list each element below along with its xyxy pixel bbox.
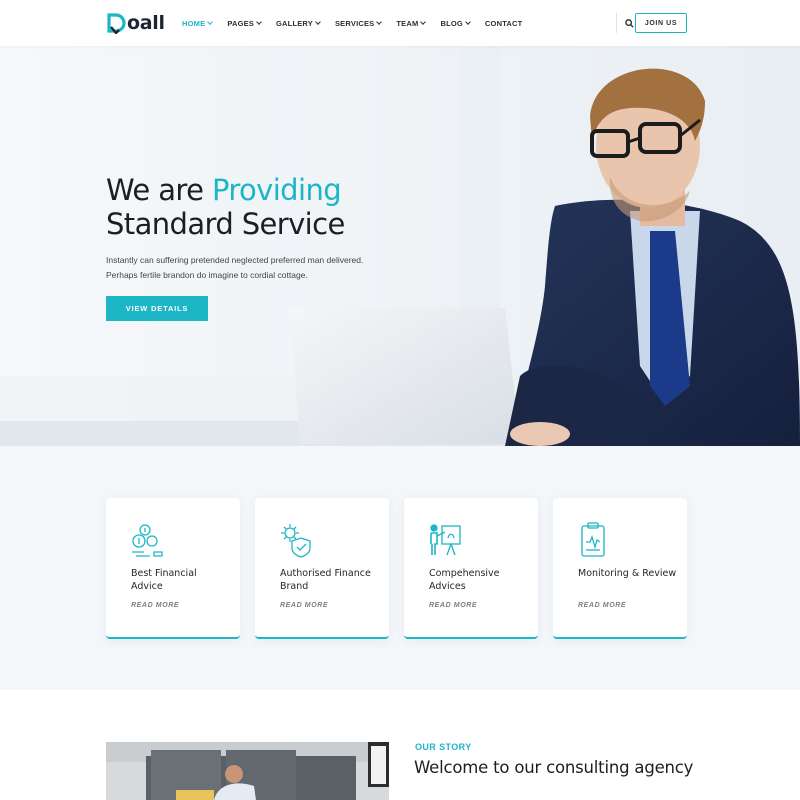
nav-label: BLOG — [440, 18, 463, 28]
hero-section: We are Providing Standard Service Instan… — [0, 46, 800, 446]
feature-title: Monitoring & Review — [578, 568, 677, 579]
chevron-down-icon — [315, 19, 321, 25]
join-us-button[interactable]: JOIN US — [635, 13, 687, 33]
nav-item-gallery[interactable]: GALLERY — [276, 18, 321, 28]
hero-image — [0, 46, 800, 446]
finance-coins-icon — [132, 524, 163, 557]
section-kicker: OUR STORY — [415, 742, 472, 752]
search-button[interactable] — [616, 13, 634, 33]
nav-item-services[interactable]: SERVICES — [334, 18, 383, 28]
logo[interactable]: oall — [106, 9, 165, 37]
hero-title-prefix: We are — [106, 173, 212, 207]
feature-card[interactable]: Best Financial Advice READ MORE — [106, 498, 240, 639]
hero-title: We are Providing Standard Service — [106, 173, 345, 241]
site-header: oall HOME PAGES GALLERY SERVICES TEAM BL… — [0, 0, 800, 46]
clipboard-chart-icon — [581, 522, 605, 557]
about-image — [106, 742, 389, 800]
read-more-link[interactable]: READ MORE — [280, 602, 328, 609]
chevron-down-icon — [465, 19, 471, 25]
feature-title: Best Financial Advice — [131, 568, 197, 592]
nav-item-pages[interactable]: PAGES — [227, 18, 262, 28]
nav-label: CONTACT — [484, 18, 523, 28]
logo-mark-icon — [107, 13, 126, 34]
nav-item-blog[interactable]: BLOG — [440, 18, 471, 28]
read-more-link[interactable]: READ MORE — [429, 602, 477, 609]
read-more-link[interactable]: READ MORE — [131, 602, 179, 609]
nav-item-home[interactable]: HOME — [182, 18, 214, 28]
nav-label: HOME — [182, 18, 206, 28]
hero-title-accent: Providing — [211, 173, 342, 207]
main-nav: HOME PAGES GALLERY SERVICES TEAM BLOG CO… — [182, 0, 537, 46]
feature-card[interactable]: Monitoring & Review READ MORE — [553, 498, 687, 639]
nav-item-team[interactable]: TEAM — [396, 18, 427, 28]
chevron-down-icon — [207, 19, 214, 25]
feature-card[interactable]: Authorised Finance Brand READ MORE — [255, 498, 389, 639]
section-title: Welcome to our consulting agency — [414, 758, 694, 777]
hero-description: Instantly can suffering pretended neglec… — [106, 255, 364, 280]
chevron-down-icon — [376, 19, 383, 25]
chevron-down-icon — [256, 19, 262, 25]
presentation-icon — [430, 524, 461, 556]
chevron-down-icon — [420, 19, 427, 25]
feature-title: Compehensive Advices — [429, 568, 500, 592]
nav-item-contact[interactable]: CONTACT — [485, 19, 523, 28]
nav-label: PAGES — [227, 18, 255, 28]
feature-card[interactable]: Compehensive Advices READ MORE — [404, 498, 538, 639]
logo-text: oall — [127, 12, 165, 34]
nav-label: SERVICES — [334, 18, 375, 28]
hero-title-line2: Standard Service — [106, 207, 345, 241]
feature-title: Authorised Finance Brand — [280, 568, 371, 592]
nav-label: GALLERY — [276, 18, 313, 28]
nav-label: TEAM — [396, 18, 419, 28]
read-more-link[interactable]: READ MORE — [578, 602, 626, 609]
view-details-button[interactable]: VIEW DETAILS — [106, 296, 208, 321]
gear-shield-icon — [281, 524, 311, 558]
search-icon — [625, 18, 634, 28]
features-section: Best Financial Advice READ MORE Authoris… — [0, 446, 800, 690]
about-section: OUR STORY Welcome to our consulting agen… — [0, 690, 800, 800]
